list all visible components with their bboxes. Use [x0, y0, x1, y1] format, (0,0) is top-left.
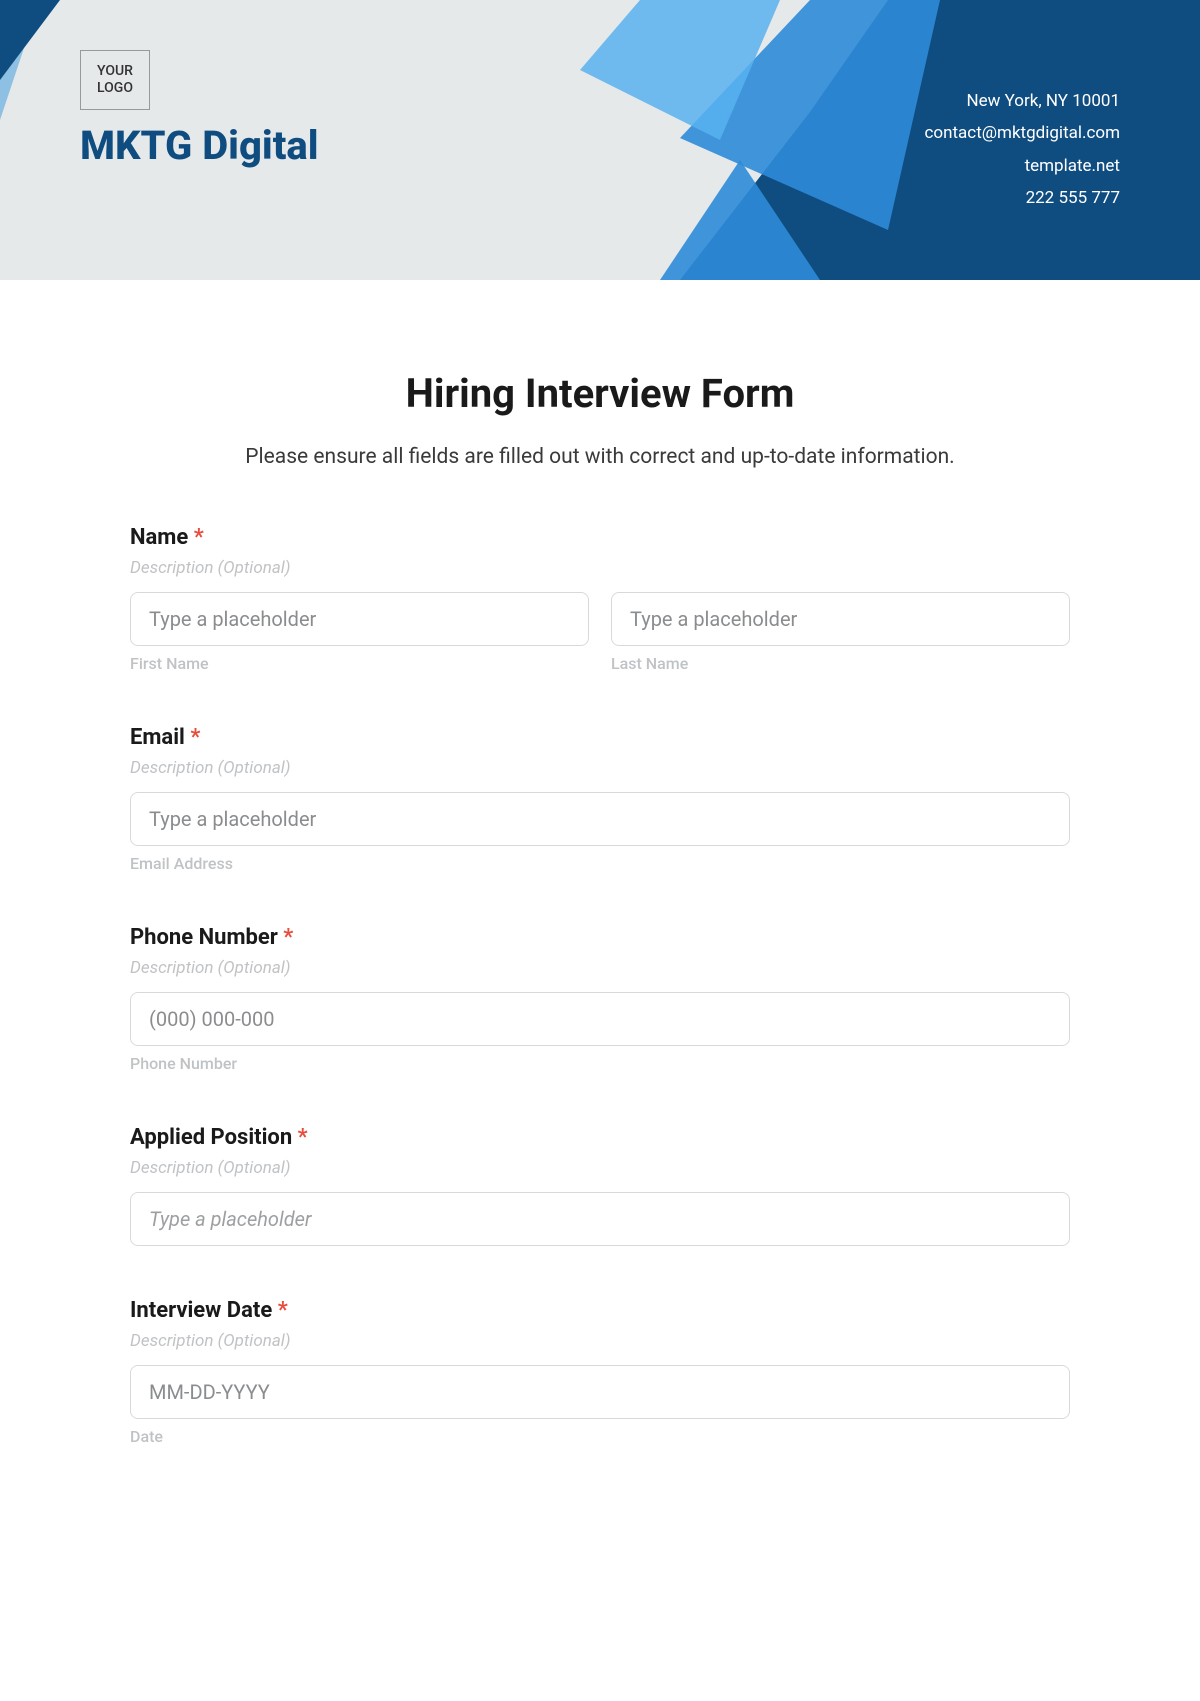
sublabel-last-name: Last Name: [611, 654, 1070, 673]
position-input[interactable]: [130, 1192, 1070, 1246]
phone-input[interactable]: [130, 992, 1070, 1046]
required-mark: *: [194, 525, 204, 550]
field-description: Description (Optional): [130, 558, 1070, 578]
contact-email: contact@mktgdigital.com: [925, 117, 1120, 149]
field-description: Description (Optional): [130, 758, 1070, 778]
field-position: Applied Position * Description (Optional…: [130, 1125, 1070, 1246]
field-description: Description (Optional): [130, 1331, 1070, 1351]
field-label: Name *: [130, 525, 1070, 550]
required-mark: *: [283, 925, 293, 950]
form-intro-text: Please ensure all fields are filled out …: [130, 445, 1070, 469]
form-title: Hiring Interview Form: [130, 370, 1070, 417]
sublabel-date: Date: [130, 1427, 1070, 1446]
field-description: Description (Optional): [130, 1158, 1070, 1178]
contact-site: template.net: [925, 150, 1120, 182]
field-phone: Phone Number * Description (Optional) Ph…: [130, 925, 1070, 1073]
last-name-input[interactable]: [611, 592, 1070, 646]
first-name-input[interactable]: [130, 592, 589, 646]
interview-date-input[interactable]: [130, 1365, 1070, 1419]
label-text: Phone Number: [130, 925, 278, 950]
field-description: Description (Optional): [130, 958, 1070, 978]
field-email: Email * Description (Optional) Email Add…: [130, 725, 1070, 873]
label-text: Interview Date: [130, 1298, 272, 1323]
form-container: Hiring Interview Form Please ensure all …: [0, 280, 1200, 1538]
contact-phone: 222 555 777: [925, 182, 1120, 214]
field-label: Applied Position *: [130, 1125, 1070, 1150]
letterhead-header: YOUR LOGO MKTG Digital New York, NY 1000…: [0, 0, 1200, 280]
field-interview-date: Interview Date * Description (Optional) …: [130, 1298, 1070, 1446]
required-mark: *: [278, 1298, 288, 1323]
label-text: Name: [130, 525, 188, 550]
field-label: Email *: [130, 725, 1070, 750]
required-mark: *: [298, 1125, 308, 1150]
sublabel-phone: Phone Number: [130, 1054, 1070, 1073]
label-text: Email: [130, 725, 185, 750]
sublabel-first-name: First Name: [130, 654, 589, 673]
sublabel-email: Email Address: [130, 854, 1070, 873]
contact-block: New York, NY 10001 contact@mktgdigital.c…: [925, 85, 1120, 214]
contact-address: New York, NY 10001: [925, 85, 1120, 117]
required-mark: *: [190, 725, 200, 750]
field-name: Name * Description (Optional) First Name…: [130, 525, 1070, 673]
logo-placeholder: YOUR LOGO: [80, 50, 150, 110]
field-label: Phone Number *: [130, 925, 1070, 950]
email-input[interactable]: [130, 792, 1070, 846]
field-label: Interview Date *: [130, 1298, 1070, 1323]
label-text: Applied Position: [130, 1125, 292, 1150]
